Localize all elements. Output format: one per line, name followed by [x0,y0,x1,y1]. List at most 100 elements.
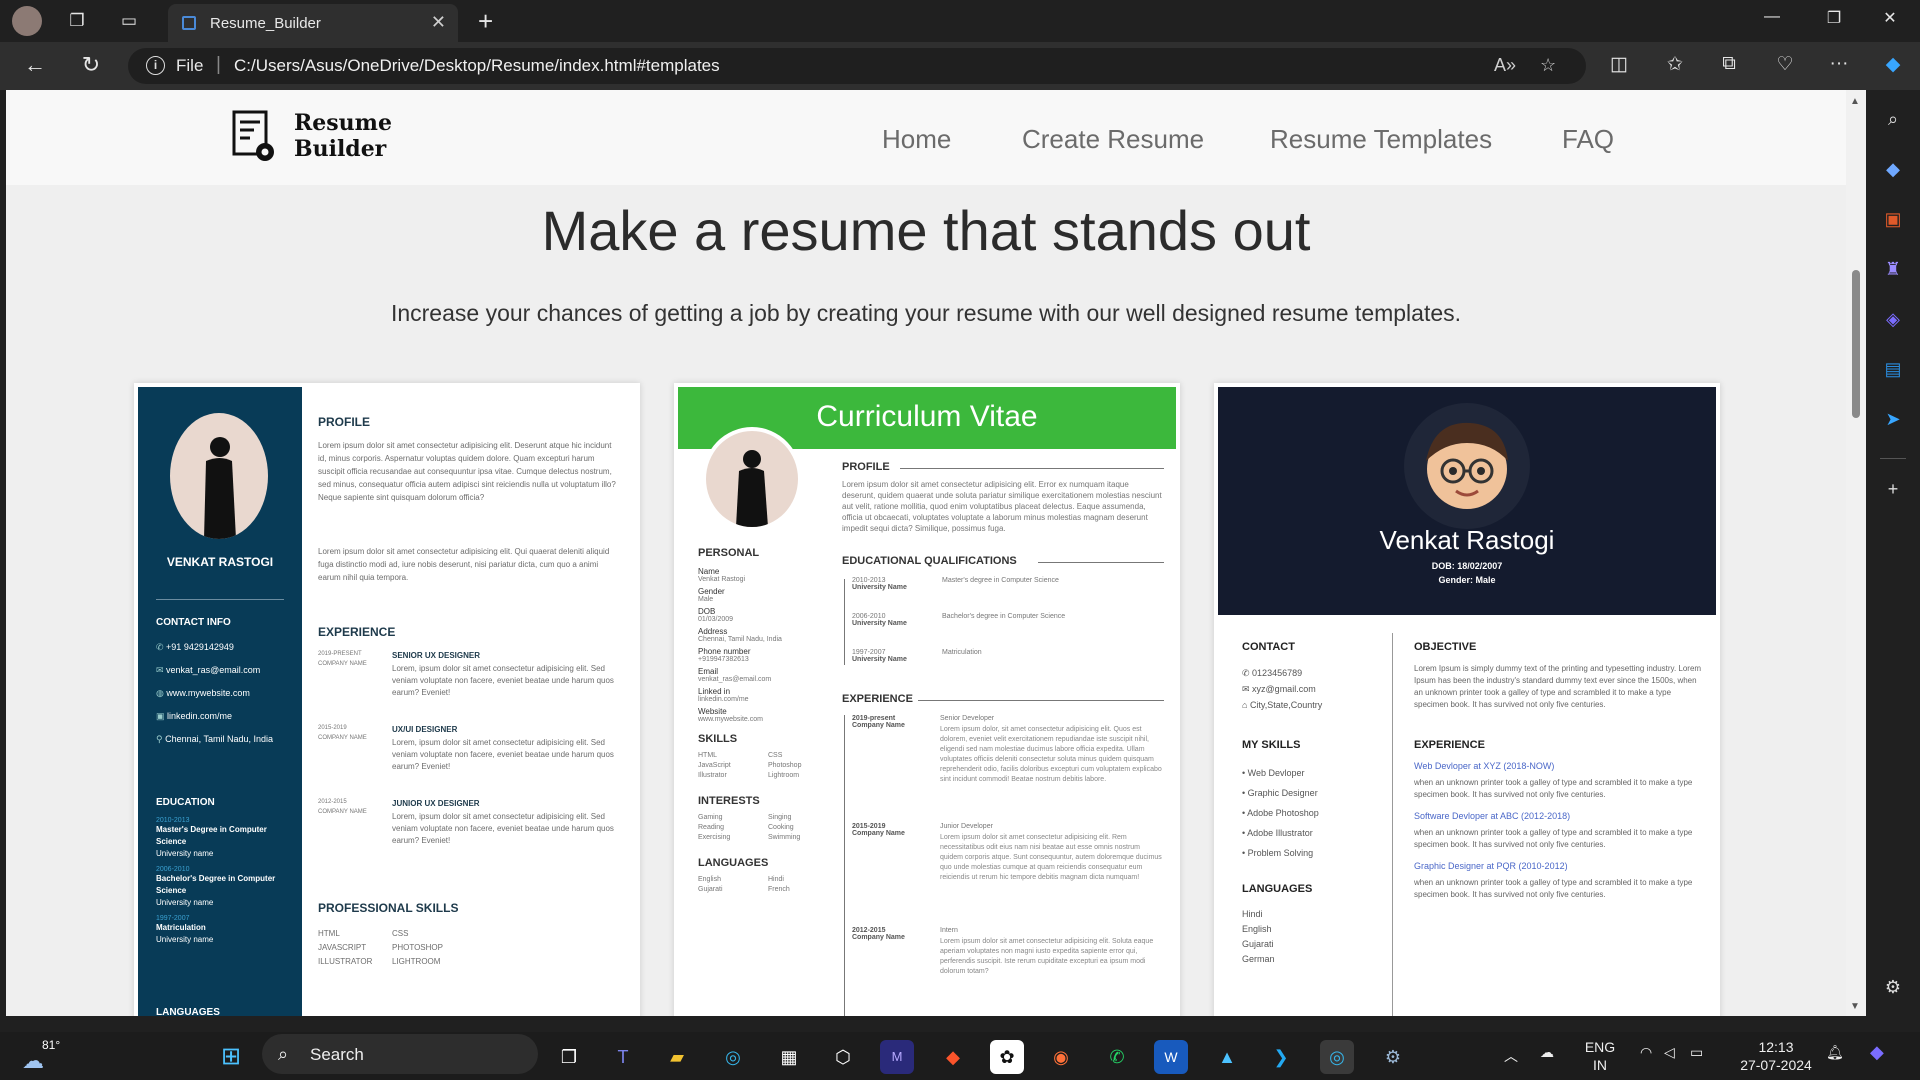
sidebar-shopping-icon[interactable]: ◆ [1878,154,1908,184]
store-icon[interactable]: ▦ [772,1040,806,1074]
volume-icon[interactable]: ◁ [1664,1044,1675,1061]
close-window-button[interactable]: ✕ [1870,8,1910,28]
weather-widget[interactable]: ☁ 81° [22,1038,68,1074]
tab-actions-icon[interactable]: ▭ [114,8,144,34]
edge-icon[interactable]: ◎ [716,1040,750,1074]
whatsapp-icon[interactable]: ✆ [1100,1040,1134,1074]
copilot-icon[interactable]: ◆ [1878,53,1908,76]
browser-essentials-icon[interactable]: ♡ [1770,53,1800,76]
template-card-3[interactable]: Venkat Rastogi DOB: 18/02/2007 Gender: M… [1214,383,1720,1016]
t1-edu-degree: Master's Degree in Computer Science [156,825,267,846]
tab-title: Resume_Builder [210,15,321,32]
t2-exp-role: Intern [940,927,958,934]
chatgpt-icon[interactable]: ✿ [990,1040,1024,1074]
clock[interactable]: 12:13 27-07-2024 [1734,1038,1818,1074]
t2-skills-heading: SKILLS [698,733,738,745]
page-scrollbar[interactable]: ▲ ▼ [1846,90,1866,1016]
sidebar-search-icon[interactable]: ⌕ [1878,104,1908,134]
tray-overflow-icon[interactable]: ︿ [1504,1046,1518,1066]
favorite-star-icon[interactable]: ☆ [1540,55,1556,76]
t1-contact-email: venkat_ras@email.com [166,665,261,675]
t3-right-column: OBJECTIVE Lorem Ipsum is simply dummy te… [1414,641,1704,901]
workspaces-icon[interactable]: ❐ [62,8,92,34]
location-icon: ⚲ [156,734,166,744]
site-info-icon[interactable]: i [146,56,165,75]
t2-interest: Reading [698,824,725,831]
t3-skill-label: Adobe Illustrator [1247,828,1313,838]
more-menu-icon[interactable]: ··· [1824,53,1854,75]
sidebar-games-icon[interactable]: ♜ [1878,254,1908,284]
t3-experience-item: Graphic Designer at PQR (2010-2012) when… [1414,861,1704,901]
premiere-icon[interactable]: M [880,1040,914,1074]
edge-active-icon[interactable]: ◎ [1320,1040,1354,1074]
scroll-up-icon[interactable]: ▲ [1850,96,1860,107]
unity-icon[interactable]: ⬡ [826,1040,860,1074]
template-card-2[interactable]: Curriculum Vitae PERSONAL Name Venkat Ras… [674,383,1180,1016]
back-button[interactable]: ← [20,52,50,78]
language-indicator[interactable]: ENG IN [1578,1038,1622,1074]
minimize-button[interactable]: — [1752,8,1792,26]
read-aloud-icon[interactable]: A» [1494,55,1516,76]
nav-faq[interactable]: FAQ [1562,124,1614,155]
notifications-bell-icon[interactable]: 🔔︎ [1826,1044,1844,1061]
profile-avatar[interactable] [12,6,42,36]
t1-education-heading: EDUCATION [156,797,215,808]
taskbar-search[interactable]: ⌕ Search [262,1034,538,1074]
resume-logo-icon[interactable] [232,110,276,164]
task-view-icon[interactable]: ❐ [552,1040,586,1074]
word-icon[interactable]: W [1154,1040,1188,1074]
t3-contact-item: ⌂ City,State,Country [1242,697,1382,713]
wifi-icon[interactable]: ◠ [1640,1044,1652,1061]
battery-icon[interactable]: ▭ [1690,1044,1703,1061]
t1-exp-company: COMPANY NAME [318,661,367,667]
address-url[interactable]: C:/Users/Asus/OneDrive/Desktop/Resume/in… [234,56,720,76]
t2-skill: JavaScript [698,762,731,769]
logo-text[interactable]: Resume Builder [294,110,392,162]
nav-resume-templates[interactable]: Resume Templates [1270,124,1492,155]
t1-exp-text: Lorem, ipsum dolor sit amet consectetur … [392,738,614,771]
new-tab-button[interactable]: + [478,6,493,37]
t1-education-item: 2010-2013 Master's Degree in Computer Sc… [156,817,296,860]
t3-exp-title: Software Devloper at ABC (2012-2018) [1414,811,1571,821]
t2-personal-value: Venkat Rastogi [698,576,746,583]
t2-personal-label: Name [698,567,720,576]
t3-objective-heading: OBJECTIVE [1414,641,1477,653]
t2-languages-grid: English Gujarati Hindi French [698,875,818,895]
collections-icon[interactable]: ⧉ [1714,53,1744,75]
nav-home[interactable]: Home [882,124,951,155]
split-screen-icon[interactable]: ◫ [1604,53,1634,76]
t2-edu-school: University Name [852,620,907,627]
sidebar-settings-icon[interactable]: ⚙ [1878,972,1908,1002]
teams-icon[interactable]: T [606,1040,640,1074]
start-button[interactable]: ⊞ [214,1040,248,1074]
photos-icon[interactable]: ▲ [1210,1040,1244,1074]
nav-create-resume[interactable]: Create Resume [1022,124,1204,155]
copilot-tray-icon[interactable]: ◆ [1870,1042,1884,1063]
file-explorer-icon[interactable]: ▰ [660,1040,694,1074]
brave-icon[interactable]: ◆ [936,1040,970,1074]
t2-language: English [698,876,721,883]
sidebar-tools-icon[interactable]: ▣ [1878,204,1908,234]
sidebar-copilot-icon[interactable]: ◈ [1878,304,1908,334]
address-bar[interactable]: i File | C:/Users/Asus/OneDrive/Desktop/… [128,48,1586,84]
sidebar-add-icon[interactable]: + [1878,474,1908,504]
close-tab-icon[interactable]: ✕ [431,12,446,33]
windows-taskbar: ☁ 81° ⊞ ⌕ Search ❐ T ▰ ◎ ▦ ⬡ M ◆ ✿ ◉ ✆ W… [0,1032,1920,1080]
sidebar-outlook-icon[interactable]: ▤ [1878,354,1908,384]
firefox-icon[interactable]: ◉ [1044,1040,1078,1074]
hero-subtitle: Increase your chances of getting a job b… [390,300,1462,326]
t1-edu-school: University name [156,935,214,944]
active-tab[interactable]: Resume_Builder ✕ [168,4,458,42]
restore-button[interactable]: ❐ [1814,8,1854,28]
page-viewport: Resume Builder Home Create Resume Resume… [6,90,1846,1016]
template-card-1[interactable]: VENKAT RASTOGI CONTACT INFO ✆ +91 942914… [134,383,640,1016]
scroll-down-icon[interactable]: ▼ [1850,1001,1860,1012]
sidebar-send-icon[interactable]: ➤ [1878,404,1908,434]
t3-languages-list: Hindi English Gujarati German [1242,907,1382,967]
refresh-button[interactable]: ↻ [76,52,106,78]
vscode-icon[interactable]: ❯ [1264,1040,1298,1074]
settings-icon[interactable]: ⚙ [1376,1040,1410,1074]
scrollbar-thumb[interactable] [1852,270,1860,418]
onedrive-icon[interactable]: ☁ [1540,1044,1554,1061]
favorites-icon[interactable]: ✩ [1660,53,1690,76]
